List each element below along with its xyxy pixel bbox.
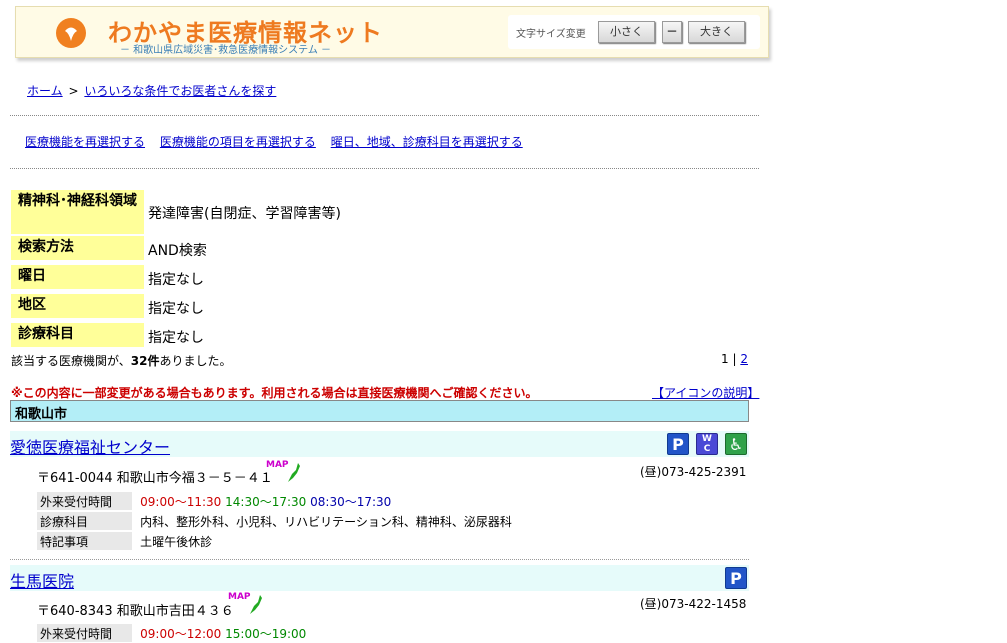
breadcrumb-current-link[interactable]: いろいろな条件でお医者さんを探す: [84, 84, 276, 98]
breadcrumb-home-link[interactable]: ホーム: [27, 84, 63, 98]
dept-value: 内科、整形外科、小児科、リハビリテーション科、精神科、泌尿器科: [140, 515, 512, 529]
divider: [10, 168, 759, 169]
hours-label: 外来受付時間: [37, 624, 132, 642]
note-label: 特記事項: [37, 532, 132, 550]
map-icon[interactable]: MAP: [228, 592, 264, 618]
notice-text: ※この内容に一部変更がある場合もあります。利用される場合は直接医療機関へご確認く…: [11, 386, 538, 400]
map-icon[interactable]: MAP: [266, 460, 302, 486]
hours-row: 外来受付時間 09:00～12:00 15:00～19:00: [37, 624, 306, 642]
note-row: 特記事項 土曜午後休診: [37, 532, 212, 550]
result-count-prefix: 該当する医療機関が、: [11, 354, 131, 368]
criteria-value: 指定なし: [148, 330, 204, 346]
facility-address: 〒640-8343 和歌山市吉田４３６: [37, 604, 234, 619]
page-current: 1: [721, 352, 729, 366]
wheelchair-icon: ♿: [725, 433, 747, 455]
site-subtitle: － 和歌山県広域災害･救急医療情報システム －: [120, 45, 332, 56]
reselect-function-items-link[interactable]: 医療機能の項目を再選択する: [160, 135, 316, 149]
dept-row: 診療科目 内科、整形外科、小児科、リハビリテーション科、精神科、泌尿器科: [37, 512, 512, 530]
hours-value: 09:00～11:30 14:30～17:30 08:30～17:30: [140, 495, 392, 509]
criteria-key: 精神科･神経科領域: [11, 190, 144, 234]
criteria-key: 診療科目: [11, 323, 144, 347]
dept-label: 診療科目: [37, 512, 132, 530]
font-size-label: 文字サイズ変更: [516, 29, 586, 40]
facility-name-link[interactable]: 生馬医院: [10, 568, 74, 592]
page-next-link[interactable]: 2: [740, 352, 748, 366]
font-larger-button[interactable]: 大きく: [688, 21, 745, 43]
font-size-control: 文字サイズ変更 小さく － 大きく: [508, 15, 760, 49]
icon-help-link[interactable]: 【アイコンの説明】: [652, 384, 759, 401]
pagination: 1 | 2: [721, 352, 748, 366]
breadcrumb-separator: >: [68, 84, 79, 98]
facility-name-link[interactable]: 愛徳医療福祉センター: [10, 434, 170, 458]
reselect-function-link[interactable]: 医療機能を再選択する: [25, 135, 145, 149]
site-header: わかやま医療情報ネット － 和歌山県広域災害･救急医療情報システム － 文字サイ…: [15, 6, 769, 58]
site-logo-icon: [56, 18, 86, 48]
criteria-value: 発達障害(自閉症、学習障害等): [148, 206, 341, 222]
hours-value: 09:00～12:00 15:00～19:00: [140, 627, 307, 641]
criteria-key: 曜日: [11, 265, 144, 289]
result-count-suffix: ありました。: [159, 354, 232, 368]
facility-phone: (昼)073-422-1458: [640, 597, 747, 611]
criteria-value: 指定なし: [148, 301, 204, 317]
facility-phone: (昼)073-425-2391: [640, 465, 747, 479]
font-reset-button[interactable]: －: [662, 21, 682, 43]
facility-divider: [10, 559, 749, 560]
facility-address: 〒641-0044 和歌山市今福３－５－４１: [37, 471, 273, 486]
breadcrumb: ホーム > いろいろな条件でお医者さんを探す: [27, 82, 276, 99]
criteria-key: 地区: [11, 294, 144, 318]
page-separator: |: [732, 352, 737, 366]
criteria-value: 指定なし: [148, 272, 204, 288]
font-smaller-button[interactable]: 小さく: [598, 21, 655, 43]
result-count: 該当する医療機関が、32件ありました。: [11, 352, 231, 369]
result-count-number: 32件: [130, 354, 160, 368]
hours-label: 外来受付時間: [37, 492, 132, 510]
note-value: 土曜午後休診: [140, 535, 213, 549]
city-header: 和歌山市: [10, 400, 749, 422]
reselect-conditions-link[interactable]: 曜日、地域、診療科目を再選択する: [331, 135, 523, 149]
criteria-key: 検索方法: [11, 236, 144, 260]
wheelchair-toilet-icon: WC: [696, 433, 718, 455]
divider: [10, 115, 759, 116]
facility-header: 生馬医院 P: [10, 565, 749, 591]
criteria-value: AND検索: [148, 243, 207, 259]
parking-icon: P: [667, 433, 689, 455]
reselect-links: 医療機能を再選択する 医療機能の項目を再選択する 曜日、地域、診療科目を再選択す…: [25, 133, 534, 150]
hours-row: 外来受付時間 09:00～11:30 14:30～17:30 08:30～17:…: [37, 492, 391, 510]
parking-icon: P: [725, 567, 747, 589]
facility-header: 愛徳医療福祉センター P WC ♿: [10, 431, 749, 457]
